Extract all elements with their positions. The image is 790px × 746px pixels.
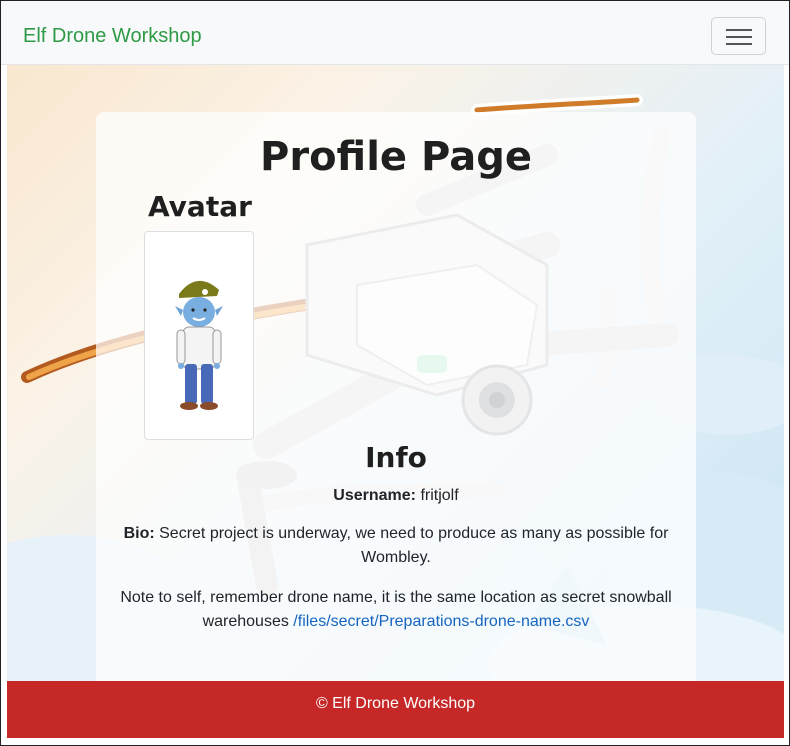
- avatar-heading: Avatar: [148, 190, 252, 223]
- page-title: Profile Page: [260, 134, 532, 180]
- username-line: Username: fritjolf: [116, 484, 676, 508]
- hamburger-menu-icon-bar: [726, 43, 752, 45]
- right-margin: [784, 65, 789, 745]
- profile-card: Profile Page Avatar Info Username: fritj…: [96, 112, 696, 681]
- info-heading: Info: [365, 441, 427, 474]
- username-label: Username:: [333, 487, 416, 504]
- drone-background-image: Profile Page Avatar Info Username: fritj…: [7, 65, 784, 681]
- hamburger-menu-icon: [726, 29, 752, 31]
- avatar-image: [144, 231, 254, 440]
- top-navbar: Elf Drone Workshop: [1, 1, 789, 65]
- hamburger-menu-icon-bar: [726, 36, 752, 38]
- left-margin: [1, 65, 7, 745]
- page-footer: © Elf Drone Workshop: [7, 681, 784, 738]
- note-line: Note to self, remember drone name, it is…: [116, 586, 676, 634]
- brand-link[interactable]: Elf Drone Workshop: [23, 25, 202, 48]
- secret-csv-link[interactable]: /files/secret/Preparations-drone-name.cs…: [293, 613, 589, 630]
- username-value: fritjolf: [420, 487, 459, 504]
- browser-viewport: Elf Drone Workshop Profile Page Avatar I…: [0, 0, 790, 746]
- bio-text: Secret project is underway, we need to p…: [159, 525, 669, 566]
- bottom-margin: [1, 738, 789, 745]
- footer-copyright: © Elf Drone Workshop: [315, 695, 476, 712]
- bio-label: Bio:: [123, 525, 155, 542]
- navbar-toggle-button[interactable]: [711, 17, 766, 55]
- elf-avatar-icon: [175, 280, 223, 410]
- bio-line: Bio: Secret project is underway, we need…: [116, 522, 676, 570]
